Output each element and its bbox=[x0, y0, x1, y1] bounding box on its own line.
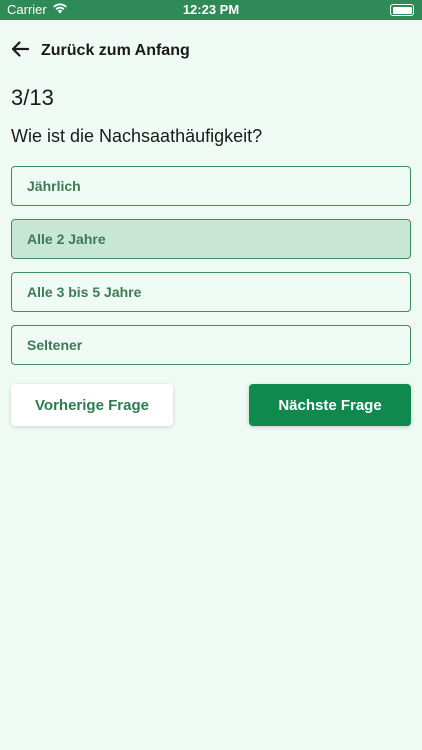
battery-icon bbox=[390, 4, 414, 16]
answer-option-label: Jährlich bbox=[27, 178, 81, 194]
next-question-button[interactable]: Nächste Frage bbox=[249, 384, 411, 426]
back-to-start-link[interactable]: Zurück zum Anfang bbox=[10, 40, 190, 62]
answer-option-label: Seltener bbox=[27, 337, 83, 353]
question-counter: 3/13 bbox=[11, 85, 54, 110]
arrow-left-icon bbox=[10, 39, 41, 64]
battery-fill bbox=[392, 6, 412, 14]
answer-option-alle-2-jahre[interactable]: Alle 2 Jahre bbox=[11, 219, 411, 259]
answer-option-alle-3-bis-5-jahre[interactable]: Alle 3 bis 5 Jahre bbox=[11, 272, 411, 312]
answer-option-label: Alle 3 bis 5 Jahre bbox=[27, 284, 142, 300]
answer-option-jaehrlich[interactable]: Jährlich bbox=[11, 166, 411, 206]
back-label: Zurück zum Anfang bbox=[41, 42, 190, 59]
status-time: 12:23 PM bbox=[182, 2, 240, 17]
question-text: Wie ist die Nachsaathäufigkeit? bbox=[11, 126, 263, 146]
answer-option-label: Alle 2 Jahre bbox=[27, 231, 106, 247]
answer-option-seltener[interactable]: Seltener bbox=[11, 325, 411, 365]
status-bar: Carrier 12:23 PM bbox=[0, 0, 422, 20]
previous-question-button[interactable]: Vorherige Frage bbox=[11, 384, 173, 426]
